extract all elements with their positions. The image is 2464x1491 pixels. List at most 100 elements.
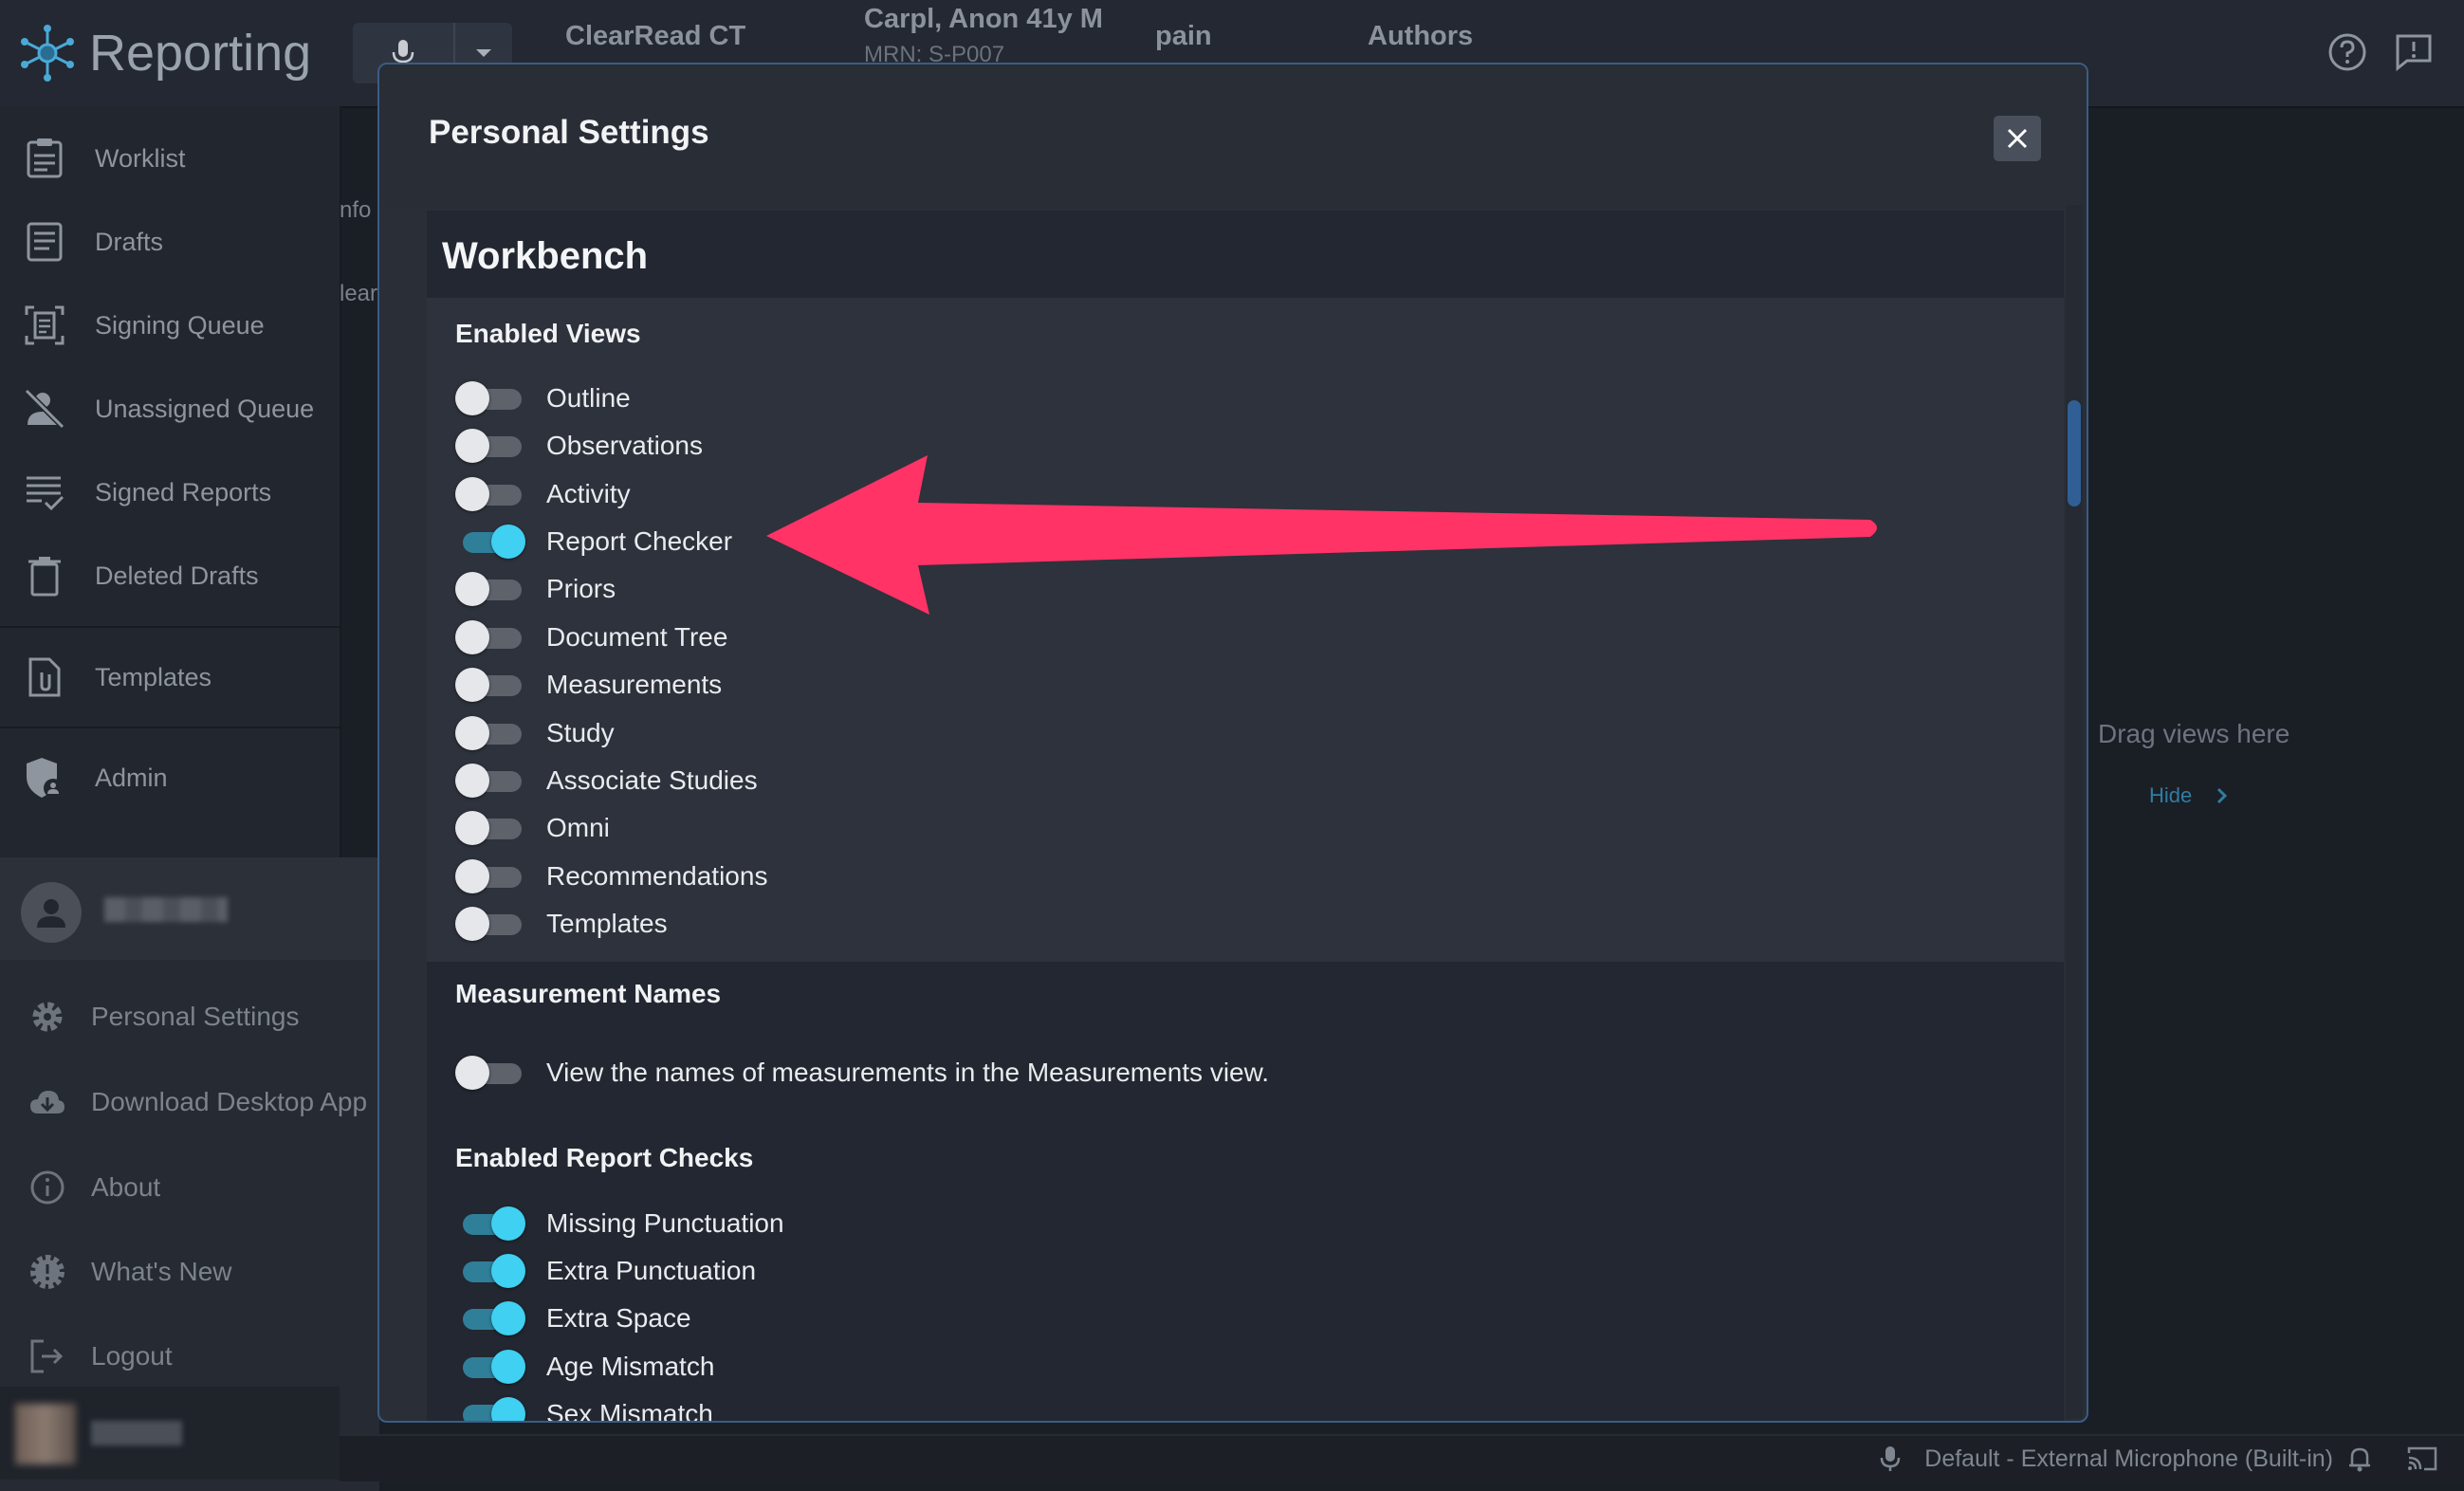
microphone-status-text[interactable]: Default - External Microphone (Built-in) — [1924, 1445, 2333, 1473]
toggle-label: Document Tree — [546, 622, 728, 652]
sidebar-item-templates[interactable]: Templates — [0, 639, 340, 715]
toggle-row[interactable]: Templates — [455, 900, 668, 948]
view-toggle[interactable] — [455, 470, 527, 518]
templates-icon — [28, 657, 61, 697]
drafts-icon — [27, 222, 63, 262]
info-icon — [30, 1170, 64, 1205]
scrollbar-thumb[interactable] — [2068, 400, 2081, 506]
sidebar-item-label: Worklist — [95, 143, 186, 173]
unassigned-user-icon — [24, 388, 65, 430]
menu-item-logout[interactable]: Logout — [0, 1318, 379, 1394]
app-title: Reporting — [89, 25, 312, 82]
toggle-row[interactable]: Extra Space — [455, 1295, 691, 1342]
view-toggle[interactable] — [455, 518, 527, 565]
status-bar: Default - External Microphone (Built-in) — [340, 1434, 2464, 1482]
profile-name-redacted — [91, 1421, 182, 1445]
gear-icon — [32, 1002, 63, 1032]
enabled-views-panel: Enabled Views Outline Observations Activ… — [427, 298, 2064, 962]
badge-alert-icon — [30, 1255, 64, 1289]
toggle-row[interactable]: Missing Punctuation — [455, 1200, 784, 1247]
view-toggle[interactable] — [455, 661, 527, 709]
bottom-profile[interactable] — [0, 1387, 340, 1480]
toggle-row[interactable]: Measurements — [455, 661, 722, 709]
toggle-row[interactable]: Associate Studies — [455, 757, 758, 804]
toggle-row[interactable]: Report Checker — [455, 518, 732, 565]
toggle-row[interactable]: View the names of measurements in the Me… — [455, 1049, 1269, 1096]
view-toggle[interactable] — [455, 757, 527, 804]
view-toggle[interactable] — [455, 565, 527, 613]
patient-name: Carpl, Anon 41y M — [864, 4, 1103, 34]
modal-scrollbar[interactable] — [2066, 205, 2083, 1419]
view-toggle[interactable] — [455, 614, 527, 661]
user-avatar-icon — [37, 899, 65, 928]
menu-item-label: What's New — [91, 1257, 232, 1286]
chevron-right-icon — [2217, 787, 2228, 804]
sidebar-divider — [0, 727, 340, 728]
toggle-row[interactable]: Document Tree — [455, 614, 727, 661]
measurement-names-toggle[interactable] — [455, 1049, 527, 1096]
toggle-row[interactable]: Outline — [455, 375, 631, 422]
modal-title: Personal Settings — [429, 114, 709, 151]
toggle-row[interactable]: Extra Punctuation — [455, 1247, 756, 1295]
view-toggle[interactable] — [455, 375, 527, 422]
modal-content: Workbench Enabled Views Outline Observat… — [427, 211, 2064, 1421]
cast-icon[interactable] — [2407, 1445, 2437, 1472]
toggle-label: Age Mismatch — [546, 1352, 715, 1381]
toggle-row[interactable]: Study — [455, 709, 615, 757]
toggle-label: Missing Punctuation — [546, 1208, 784, 1238]
toggle-row[interactable]: Observations — [455, 422, 703, 469]
enabled-views-title: Enabled Views — [455, 319, 641, 348]
bell-icon[interactable] — [2346, 1445, 2373, 1472]
sidebar-item-admin[interactable]: Admin — [0, 740, 340, 816]
close-button[interactable] — [1994, 116, 2041, 161]
toggle-row[interactable]: Activity — [455, 470, 631, 518]
menu-item-label: Personal Settings — [91, 1002, 300, 1031]
sidebar-item-label: Deleted Drafts — [95, 561, 259, 590]
sidebar-item-signed-reports[interactable]: Signed Reports — [0, 454, 340, 530]
sidebar-item-label: Unassigned Queue — [95, 394, 315, 423]
toggle-label: Recommendations — [546, 861, 768, 891]
toggle-row[interactable]: Priors — [455, 565, 616, 613]
toggle-row[interactable]: Sex Mismatch — [455, 1390, 713, 1421]
hide-panel-link[interactable]: Hide — [2149, 783, 2228, 808]
toggle-row[interactable]: Age Mismatch — [455, 1343, 714, 1390]
check-toggle[interactable] — [455, 1247, 527, 1295]
help-icon[interactable] — [2326, 30, 2369, 74]
sidebar-item-signing-queue[interactable]: Signing Queue — [0, 287, 340, 363]
menu-item-personal-settings[interactable]: Personal Settings — [0, 979, 379, 1055]
toggle-label: Report Checker — [546, 526, 733, 556]
sidebar-item-label: Admin — [95, 763, 168, 792]
check-toggle[interactable] — [455, 1390, 527, 1421]
personal-settings-modal: Personal Settings Workbench Enabled View… — [377, 63, 2088, 1423]
indication-text: pain — [1155, 21, 1212, 51]
menu-item-whats-new[interactable]: What's New — [0, 1234, 379, 1310]
toggle-label: Outline — [546, 383, 631, 413]
feedback-icon[interactable] — [2392, 30, 2436, 74]
microphone-status-icon — [1880, 1446, 1901, 1471]
view-toggle[interactable] — [455, 900, 527, 948]
signed-reports-icon — [27, 476, 64, 511]
toggle-label: Activity — [546, 479, 631, 508]
menu-item-about[interactable]: About — [0, 1150, 379, 1225]
check-toggle[interactable] — [455, 1295, 527, 1342]
view-toggle[interactable] — [455, 853, 527, 900]
measurement-names-title: Measurement Names — [455, 979, 722, 1008]
view-toggle[interactable] — [455, 804, 527, 852]
view-toggle[interactable] — [455, 709, 527, 757]
check-toggle[interactable] — [455, 1343, 527, 1390]
sidebar-item-deleted-drafts[interactable]: Deleted Drafts — [0, 538, 340, 614]
sidebar-item-drafts[interactable]: Drafts — [0, 204, 340, 280]
view-toggle[interactable] — [455, 422, 527, 469]
toggle-row[interactable]: Recommendations — [455, 853, 767, 900]
toggle-row[interactable]: Omni — [455, 804, 610, 852]
app-brand[interactable]: Reporting — [17, 19, 311, 87]
caret-down-icon — [476, 49, 491, 57]
sidebar-item-unassigned-queue[interactable]: Unassigned Queue — [0, 371, 340, 447]
check-toggle[interactable] — [455, 1200, 527, 1247]
sidebar: Worklist Drafts Signing Queue Unassigned… — [0, 106, 379, 1491]
menu-item-download-desktop-app[interactable]: Download Desktop App — [0, 1064, 379, 1140]
section-title-workbench: Workbench — [442, 235, 649, 277]
sidebar-item-worklist[interactable]: Worklist — [0, 120, 340, 196]
menu-item-label: Logout — [91, 1341, 173, 1371]
user-profile-row[interactable] — [0, 857, 379, 960]
